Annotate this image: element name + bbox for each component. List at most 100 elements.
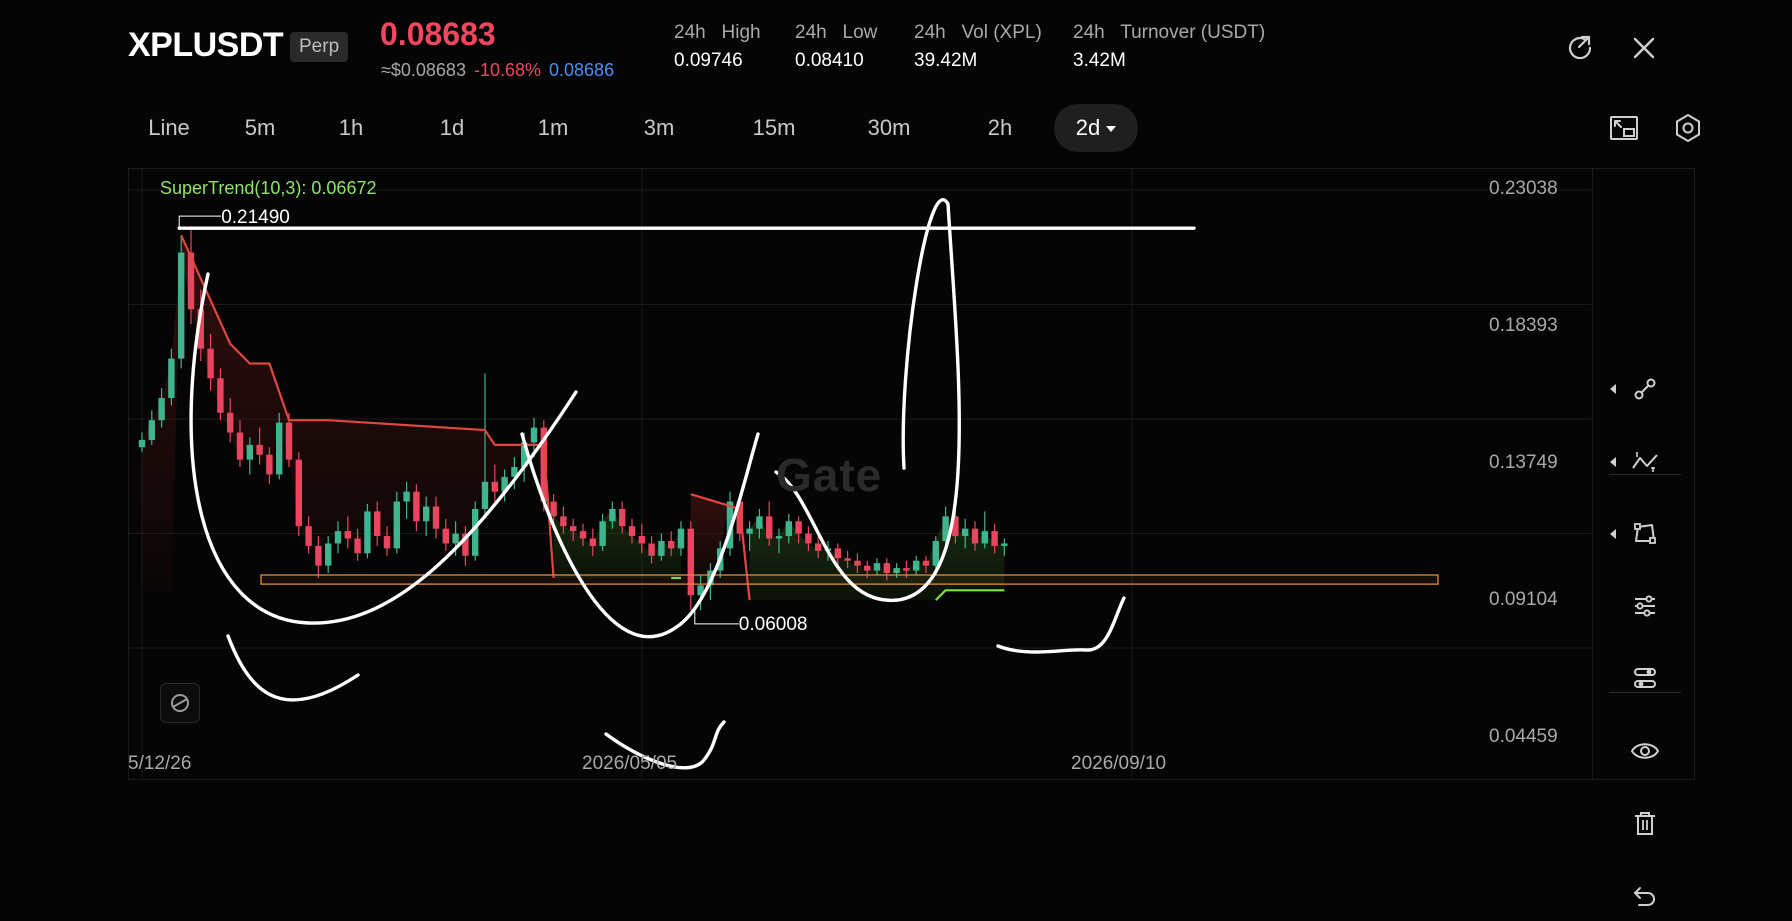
candle-up xyxy=(481,481,489,509)
adjust-tool-button[interactable] xyxy=(1593,581,1696,631)
stat-value: 0.09746 xyxy=(674,50,743,71)
candle-down xyxy=(285,422,293,460)
candle-down xyxy=(374,511,381,537)
settings-button[interactable] xyxy=(1670,110,1706,146)
stat-value: 0.08410 xyxy=(795,50,864,71)
candle-down xyxy=(442,528,449,544)
candle-up xyxy=(246,444,253,460)
candle-up xyxy=(913,560,920,571)
delete-drawings-button[interactable] xyxy=(1593,798,1696,848)
freehand-curve-drawing xyxy=(996,596,1126,654)
close-button[interactable] xyxy=(1626,30,1662,66)
date-tick-label: 2026/05/05 xyxy=(582,753,678,774)
trash-icon xyxy=(1634,812,1655,835)
drawing-toolbar xyxy=(1592,168,1696,906)
expand-arrow-icon xyxy=(1610,457,1616,467)
close-icon xyxy=(1633,37,1655,59)
candle-up xyxy=(423,506,430,522)
candle-down xyxy=(560,516,567,527)
tab-5m[interactable]: 5m xyxy=(210,104,310,152)
visibility-button[interactable] xyxy=(1593,726,1696,776)
tab-1d[interactable]: 1d xyxy=(392,104,512,152)
tab-2h[interactable]: 2h xyxy=(954,104,1046,152)
candle-down xyxy=(687,528,694,596)
candle-down xyxy=(854,560,861,566)
price-subrow: ≈$0.08683 -10.68% 0.08686 xyxy=(381,60,614,81)
drawing-settings-icon xyxy=(1633,668,1656,688)
expand-arrow-icon xyxy=(1610,529,1616,539)
date-tick-label: 2026/09/10 xyxy=(1071,753,1167,774)
candle-down xyxy=(883,563,890,574)
stat-24h-low: 24h Low 0.08410 xyxy=(795,22,877,72)
candle-up xyxy=(873,563,881,571)
chevron-down-icon xyxy=(1106,126,1117,132)
settings-icon xyxy=(1676,114,1700,142)
date-tick-label: 5/12/26 xyxy=(128,753,192,774)
candle-down xyxy=(217,378,224,413)
freehand-curve-drawing xyxy=(226,634,360,702)
shape-tool-button[interactable] xyxy=(1593,509,1696,559)
candle-down xyxy=(354,538,361,554)
tab-1m[interactable]: 1m xyxy=(512,104,594,152)
tab-line[interactable]: Line xyxy=(128,104,210,152)
fib-tool-button[interactable] xyxy=(1593,437,1696,487)
refresh-icon xyxy=(1568,35,1592,60)
candle-up xyxy=(746,528,753,534)
candle-up xyxy=(599,521,606,546)
high-marker-leader xyxy=(178,215,222,229)
candle-up xyxy=(393,501,400,549)
candle-down xyxy=(579,531,587,539)
line-tool-button[interactable] xyxy=(1593,364,1696,414)
fullscreen-icon xyxy=(1610,116,1638,140)
candle-down xyxy=(766,516,773,539)
supertrend-up-segment xyxy=(935,589,1005,601)
candle-down xyxy=(903,568,910,571)
candle-down xyxy=(432,506,440,529)
tab-30m[interactable]: 30m xyxy=(824,104,954,152)
candle-down xyxy=(815,543,822,551)
usd-price: ≈$0.08683 xyxy=(381,60,466,80)
tab-2d[interactable]: 2d xyxy=(1054,104,1138,152)
low-marker-label: 0.06008 xyxy=(739,614,808,635)
drawing-settings-button[interactable] xyxy=(1593,653,1696,703)
candle-up xyxy=(276,422,283,475)
candle-down xyxy=(266,454,273,475)
candle-down xyxy=(668,540,675,549)
candle-up xyxy=(677,528,685,549)
candle-down xyxy=(305,526,312,546)
candle-down xyxy=(638,536,645,544)
toolbar-divider xyxy=(1609,474,1681,475)
stat-value: 39.42M xyxy=(914,50,978,71)
refresh-button[interactable] xyxy=(1562,30,1598,66)
candle-up xyxy=(893,568,900,574)
supertrend-indicator-label[interactable]: SuperTrend(10,3): 0.06672 xyxy=(160,178,376,199)
perp-badge: Perp xyxy=(290,32,349,62)
tab-15m[interactable]: 15m xyxy=(724,104,824,152)
undo-icon xyxy=(1633,887,1655,906)
stat-24h-turnover: 24h Turnover (USDT) 3.42M xyxy=(1073,22,1265,72)
fullscreen-button[interactable] xyxy=(1606,110,1642,146)
candle-down xyxy=(648,543,655,556)
candle-up xyxy=(452,533,459,544)
candle-up xyxy=(932,540,939,566)
stat-value: 3.42M xyxy=(1073,50,1126,71)
candle-up xyxy=(178,252,185,359)
line-tool-icon xyxy=(1634,378,1655,400)
candle-up xyxy=(168,358,175,399)
toolbar-divider xyxy=(1609,692,1681,693)
shape-tool-icon xyxy=(1633,523,1656,544)
candle-down xyxy=(236,432,244,460)
candle-up xyxy=(756,516,763,529)
indicator-toggle-icon xyxy=(171,694,189,712)
candle-up xyxy=(148,420,155,440)
supertrend-fill-down xyxy=(142,235,544,591)
candle-up xyxy=(981,531,988,544)
tab-1h[interactable]: 1h xyxy=(310,104,392,152)
tab-2d-label: 2d xyxy=(1075,115,1101,140)
indicator-toggle-button[interactable] xyxy=(160,683,200,723)
candle-down xyxy=(589,538,596,546)
tab-3m[interactable]: 3m xyxy=(594,104,724,152)
candle-down xyxy=(971,528,979,544)
candle-up xyxy=(1001,543,1008,546)
undo-button[interactable] xyxy=(1593,871,1696,921)
